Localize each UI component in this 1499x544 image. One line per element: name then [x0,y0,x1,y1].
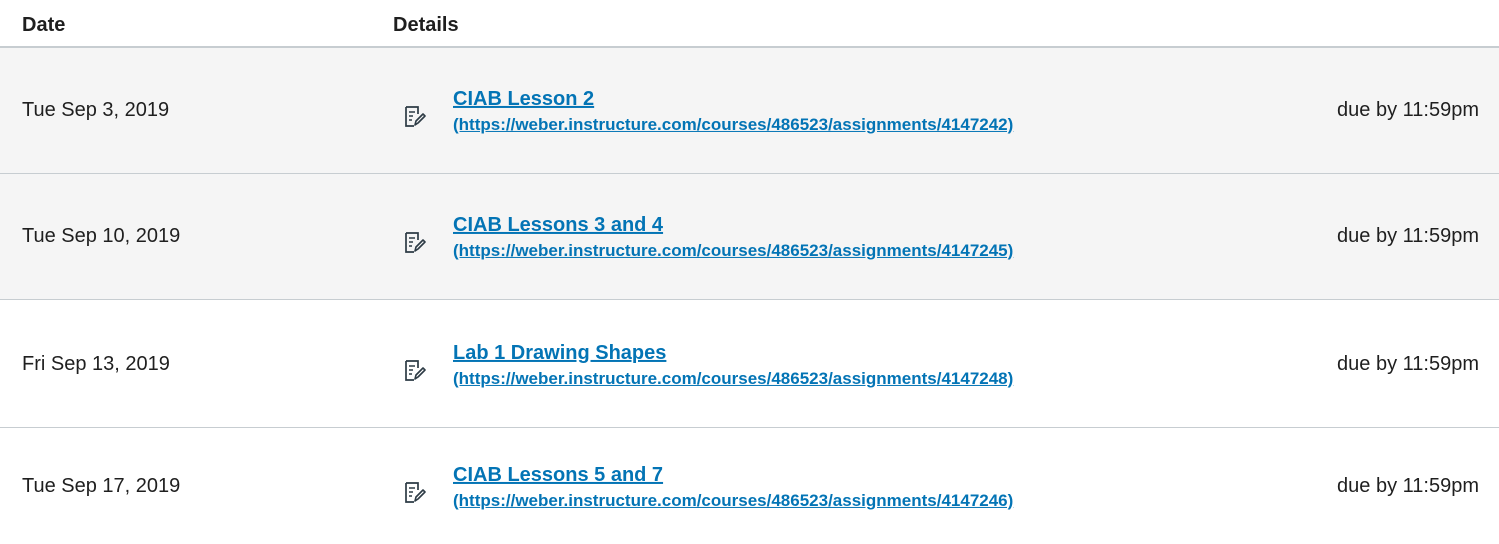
due-time: due by 11:59pm [1337,99,1479,121]
column-header-details: Details [393,14,459,36]
assignment-link[interactable]: CIAB Lessons 5 and 7 (https://weber.inst… [453,461,1013,511]
assignment-url: (https://weber.instructure.com/courses/4… [453,368,1014,388]
assignment-url: (https://weber.instructure.com/courses/4… [453,240,1014,260]
assignment-title: Lab 1 Drawing Shapes [453,341,667,364]
table-row: Fri Sep 13, 2019 Lab 1 Drawing Shapes (h… [0,302,1499,428]
assignment-link[interactable]: CIAB Lesson 2 (https://weber.instructure… [453,85,1013,135]
row-date: Fri Sep 13, 2019 [22,353,170,375]
due-time: due by 11:59pm [1337,353,1479,375]
assignment-title: CIAB Lessons 3 and 4 [453,213,664,236]
assignment-link[interactable]: CIAB Lessons 3 and 4 (https://weber.inst… [453,211,1013,261]
column-header-date: Date [22,14,66,36]
assignment-icon [405,359,426,381]
assignment-icon [405,481,426,503]
assignment-url: (https://weber.instructure.com/courses/4… [453,114,1014,134]
assignment-title: CIAB Lessons 5 and 7 [453,463,664,486]
due-time: due by 11:59pm [1337,225,1479,247]
row-date: Tue Sep 10, 2019 [22,225,181,247]
assignment-title: CIAB Lesson 2 [453,87,595,110]
row-date: Tue Sep 3, 2019 [22,99,170,121]
due-time: due by 11:59pm [1337,475,1479,497]
assignment-icon [405,105,426,127]
table-row: Tue Sep 10, 2019 CIAB Lessons 3 and 4 (h… [0,174,1499,300]
assignment-url: (https://weber.instructure.com/courses/4… [453,490,1014,510]
row-date: Tue Sep 17, 2019 [22,475,181,497]
table-row: Tue Sep 3, 2019 CIAB Lesson 2 (https://w… [0,48,1499,174]
syllabus-table: Date Details Tue Sep 3, 2019 CIAB Lesson… [0,0,1499,544]
table-header: Date Details [0,0,1499,48]
table-row: Tue Sep 17, 2019 CIAB Lessons 5 and 7 (h… [0,429,1499,544]
assignment-icon [405,231,426,253]
assignment-link[interactable]: Lab 1 Drawing Shapes (https://weber.inst… [453,339,1013,389]
